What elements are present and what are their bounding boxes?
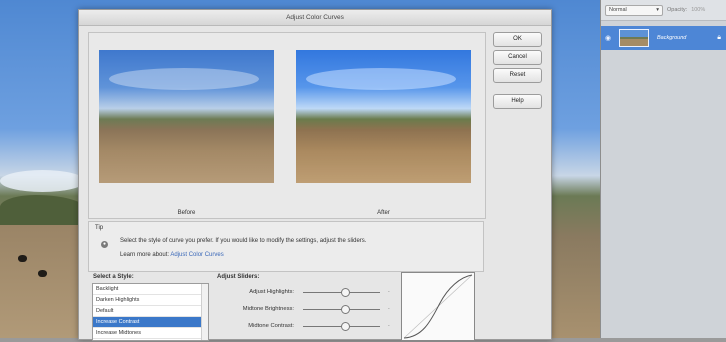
midtone-contrast-slider-row: Midtone Contrast: - — [217, 321, 392, 333]
after-label: After — [377, 210, 390, 216]
lock-icon: 🔒︎ — [717, 34, 721, 41]
tip-learn-more: Learn more about: Adjust Color Curves — [120, 252, 224, 258]
opacity-label: Opacity: — [667, 7, 688, 13]
midtone-brightness-slider-row: Midtone Brightness: - — [217, 304, 392, 316]
style-list-scrollbar[interactable] — [201, 284, 208, 340]
chevron-down-icon: ▾ — [656, 7, 659, 13]
tip-icon: ● — [101, 241, 108, 248]
canvas-ground — [0, 225, 90, 338]
canvas-animal — [18, 255, 27, 262]
tip-box: Tip ● Select the style of curve you pref… — [88, 221, 484, 272]
preview-area: Before After — [88, 32, 486, 219]
slider-end-tick: - — [388, 289, 390, 295]
curve-graph — [401, 272, 475, 341]
learn-more-label: Learn more about: — [120, 252, 170, 258]
style-item-darken-highlights[interactable]: Darken Highlights — [93, 295, 208, 306]
canvas-animal — [38, 270, 47, 277]
reset-button[interactable]: Reset — [493, 68, 542, 83]
layer-row-background[interactable]: ◉ Background 🔒︎ — [601, 26, 726, 50]
tip-title: Tip — [95, 225, 104, 231]
canvas-hill — [0, 195, 90, 225]
layer-name: Background — [657, 35, 687, 41]
style-item-increase-contrast[interactable]: Increase Contrast — [93, 317, 208, 328]
highlights-slider-label: Adjust Highlights: — [249, 289, 294, 295]
blend-mode-select[interactable]: Normal ▾ — [605, 4, 663, 16]
slider-end-tick: - — [388, 323, 390, 329]
midtone-contrast-slider-knob[interactable] — [341, 322, 351, 331]
help-button[interactable]: Help — [493, 94, 542, 109]
tip-text: Select the style of curve you prefer. If… — [120, 238, 367, 244]
canvas-cloud — [0, 170, 85, 192]
style-list-label: Select a Style: — [93, 274, 134, 280]
dialog-title: Adjust Color Curves — [79, 10, 551, 26]
style-item-increase-midtones[interactable]: Increase Midtones — [93, 328, 208, 339]
style-list[interactable]: Backlight Darken Highlights Default Incr… — [92, 283, 209, 341]
before-label: Before — [177, 210, 196, 216]
opacity-value[interactable]: 100% — [691, 7, 705, 13]
midtone-brightness-slider-label: Midtone Brightness: — [242, 306, 294, 312]
highlights-slider-row: Adjust Highlights: - — [217, 287, 392, 299]
after-preview-image — [296, 50, 471, 183]
layers-panel-toolbar: Normal ▾ Opacity: 100% — [601, 0, 726, 21]
layer-thumbnail — [619, 29, 649, 47]
dialog-buttons: OK Cancel Reset Help — [493, 32, 542, 109]
adjust-color-curves-dialog: Adjust Color Curves Before After OK Canc… — [78, 9, 552, 341]
blend-mode-value: Normal — [609, 7, 627, 13]
cancel-button[interactable]: Cancel — [493, 50, 542, 65]
learn-more-link[interactable]: Adjust Color Curves — [170, 252, 223, 258]
curve-graph-svg — [403, 274, 473, 339]
highlights-slider-knob[interactable] — [341, 288, 351, 297]
style-item-backlight[interactable]: Backlight — [93, 284, 208, 295]
style-item-default[interactable]: Default — [93, 306, 208, 317]
layers-panel: Normal ▾ Opacity: 100% ◉ Background 🔒︎ — [600, 0, 726, 338]
eye-icon[interactable]: ◉ — [601, 34, 615, 42]
slider-end-tick: - — [388, 306, 390, 312]
before-preview-image — [99, 50, 274, 183]
midtone-contrast-slider-label: Midtone Contrast: — [248, 323, 294, 329]
midtone-brightness-slider-knob[interactable] — [341, 305, 351, 314]
sliders-label: Adjust Sliders: — [217, 274, 260, 280]
ok-button[interactable]: OK — [493, 32, 542, 47]
